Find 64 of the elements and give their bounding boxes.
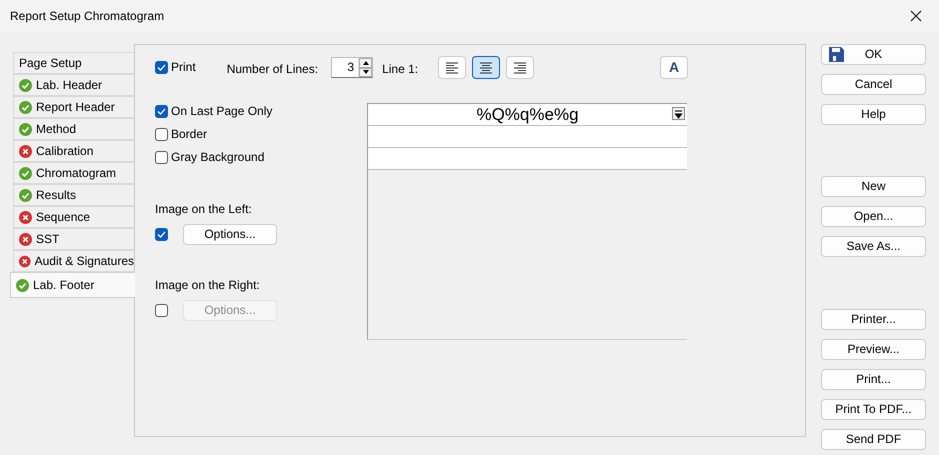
line-text-field[interactable]: %Q%q%e%g bbox=[368, 104, 687, 126]
dialog-button[interactable]: Cancel bbox=[821, 74, 926, 95]
check-circle-icon bbox=[16, 278, 29, 292]
dialog-button[interactable]: OK bbox=[821, 44, 926, 65]
line-label: Line 1: bbox=[382, 61, 418, 78]
close-icon bbox=[910, 10, 922, 22]
tab[interactable]: Lab. Header bbox=[13, 74, 134, 96]
tab[interactable]: Page Setup bbox=[13, 52, 134, 74]
number-of-lines-label: Number of Lines: bbox=[226, 61, 318, 78]
tab[interactable]: Lab. Footer bbox=[10, 272, 135, 298]
checkbox[interactable] bbox=[155, 150, 168, 164]
check-circle-icon bbox=[19, 122, 32, 136]
check-circle-icon bbox=[19, 188, 32, 202]
checkbox[interactable] bbox=[155, 228, 168, 241]
line-field[interactable] bbox=[368, 126, 687, 148]
dialog-button[interactable]: Open... bbox=[821, 206, 926, 227]
dialog-button[interactable]: Preview... bbox=[821, 339, 926, 360]
image-left-label: Image on the Left: bbox=[155, 201, 253, 218]
checkbox[interactable] bbox=[155, 104, 168, 118]
error-circle-icon bbox=[19, 144, 32, 158]
dialog-button[interactable]: Printer... bbox=[821, 309, 926, 330]
dialog-button[interactable]: Help bbox=[821, 104, 926, 125]
tab[interactable]: Results bbox=[13, 184, 134, 206]
align-left-icon bbox=[446, 62, 458, 74]
check-icon bbox=[157, 231, 166, 238]
check-icon bbox=[157, 64, 166, 70]
error-circle-icon bbox=[19, 254, 31, 268]
save-icon bbox=[829, 47, 844, 62]
checkbox[interactable] bbox=[155, 60, 168, 74]
dialog-button[interactable]: Print... bbox=[821, 369, 926, 390]
options-button[interactable]: Options... bbox=[183, 224, 277, 245]
number-of-lines-spinner[interactable]: 3 bbox=[331, 57, 374, 78]
line-field[interactable] bbox=[368, 148, 687, 170]
align-right-icon bbox=[514, 62, 526, 74]
align-center-icon bbox=[480, 62, 492, 74]
error-circle-icon bbox=[19, 210, 32, 224]
option-label: On Last Page Only bbox=[171, 103, 272, 120]
tab[interactable]: Chromatogram bbox=[13, 162, 134, 184]
tab[interactable]: Calibration bbox=[13, 140, 134, 162]
dialog-button[interactable]: New bbox=[821, 176, 926, 197]
dropdown-icon[interactable] bbox=[672, 107, 685, 120]
print-label: Print bbox=[171, 59, 196, 76]
tab[interactable]: Audit & Signatures bbox=[13, 250, 134, 272]
tab[interactable]: Sequence bbox=[13, 206, 134, 228]
option-label: Border bbox=[171, 126, 208, 143]
tab[interactable]: SST bbox=[13, 228, 134, 250]
window-title: Report Setup Chromatogram bbox=[10, 8, 164, 25]
option-label: Gray Background bbox=[171, 149, 264, 166]
tab[interactable]: Report Header bbox=[13, 96, 134, 118]
dialog-button[interactable]: Print To PDF... bbox=[821, 399, 926, 420]
check-circle-icon bbox=[19, 100, 32, 114]
check-circle-icon bbox=[19, 166, 32, 180]
error-circle-icon bbox=[19, 232, 32, 246]
align-center-button[interactable] bbox=[472, 56, 500, 79]
image-right-label: Image on the Right: bbox=[155, 277, 261, 294]
align-right-button[interactable] bbox=[506, 56, 534, 79]
checkbox[interactable] bbox=[155, 128, 168, 140]
dialog-button[interactable]: Save As... bbox=[821, 236, 926, 257]
check-circle-icon bbox=[19, 78, 32, 92]
tab[interactable]: Method bbox=[13, 118, 134, 140]
dialog-button[interactable]: Send PDF bbox=[821, 429, 926, 450]
align-left-button[interactable] bbox=[438, 56, 466, 79]
check-icon bbox=[157, 108, 166, 114]
font-button[interactable]: A bbox=[660, 56, 688, 79]
